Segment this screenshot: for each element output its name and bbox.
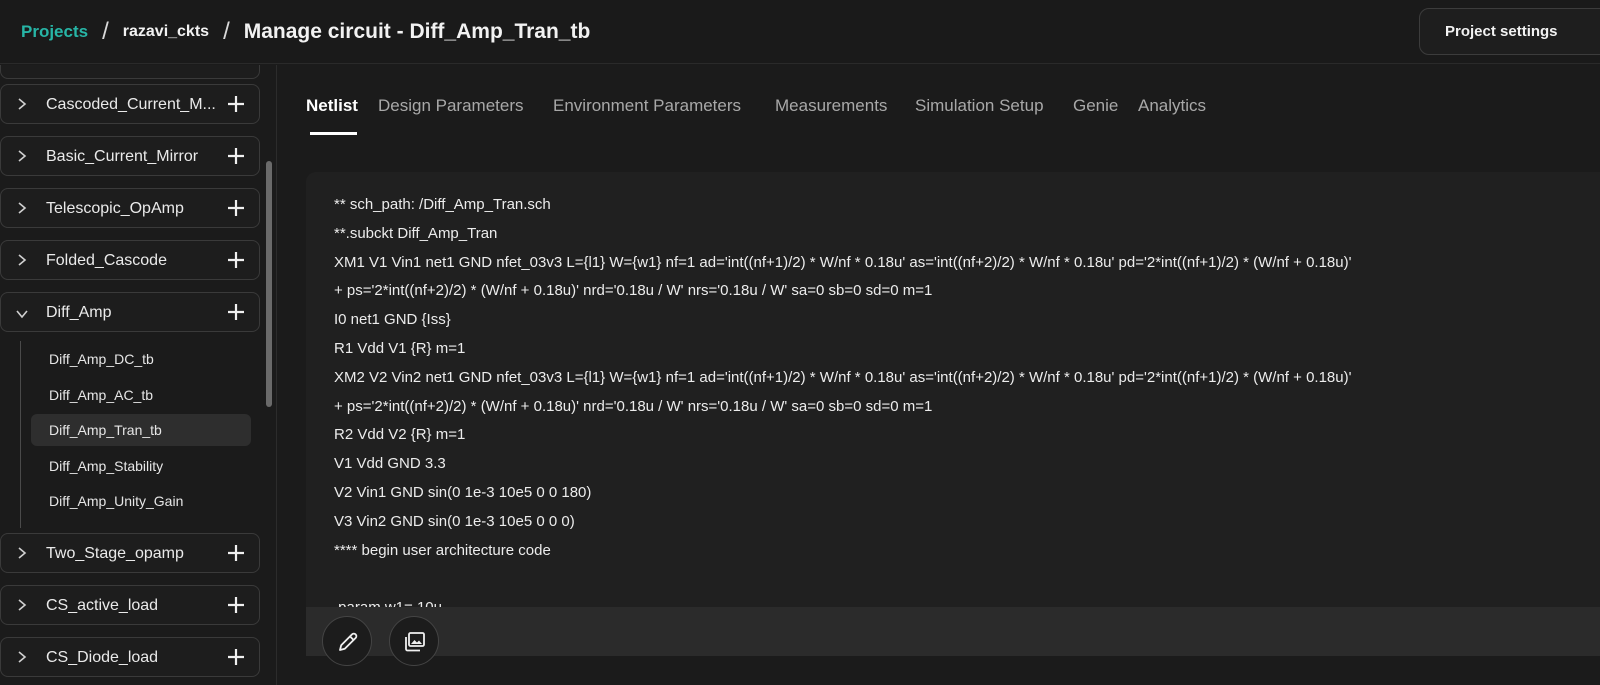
netlist-line: + ps='2*int((nf+2)/2) * (W/nf + 0.18u)' … [334, 282, 933, 300]
tab-design-parameters[interactable]: Design Parameters [378, 96, 524, 116]
tab-genie[interactable]: Genie [1073, 96, 1118, 116]
chevron-right-icon [18, 547, 27, 559]
image-button[interactable] [389, 616, 439, 666]
tab-simulation-setup[interactable]: Simulation Setup [915, 96, 1044, 116]
sidebar-item-diff-amp-stability[interactable]: Diff_Amp_Stability [31, 450, 251, 482]
sidebar-folder-basic-current-mirror[interactable]: Basic_Current_Mirror [0, 136, 260, 176]
breadcrumb-separator: / [223, 18, 230, 45]
plus-icon[interactable] [226, 647, 246, 667]
netlist-line: ** sch_path: /Diff_Amp_Tran.sch [334, 196, 551, 213]
netlist-editor[interactable]: ** sch_path: /Diff_Amp_Tran.sch **.subck… [306, 172, 1600, 607]
chevron-right-icon [18, 202, 27, 214]
sidebar-folder-hidden[interactable] [0, 65, 260, 79]
folder-label: Cascoded_Current_M... [46, 96, 216, 113]
sidebar-folder-diff-amp[interactable]: Diff_Amp [0, 292, 260, 332]
chevron-right-icon [18, 651, 27, 663]
folder-label: CS_Diode_load [46, 649, 159, 666]
sidebar-folder-folded-cascode[interactable]: Folded_Cascode [0, 240, 260, 280]
netlist-line: XM2 V2 Vin2 net1 GND nfet_03v3 L={l1} W=… [334, 368, 1352, 386]
tab-environment-parameters[interactable]: Environment Parameters [553, 96, 741, 116]
plus-icon[interactable] [226, 302, 246, 322]
plus-icon[interactable] [226, 198, 246, 218]
top-bar: Projects / razavi_ckts / Manage circuit … [0, 0, 1600, 64]
netlist-line: + ps='2*int((nf+2)/2) * (W/nf + 0.18u)' … [334, 397, 933, 415]
sidebar-item-diff-amp-ac-tb[interactable]: Diff_Amp_AC_tb [31, 379, 251, 411]
image-gallery-icon [405, 632, 425, 652]
editor-toolbar [306, 607, 1600, 656]
sidebar-folder-two-stage-opamp[interactable]: Two_Stage_opamp [0, 533, 260, 573]
plus-icon[interactable] [226, 543, 246, 563]
sidebar-folder-telescopic-opamp[interactable]: Telescopic_OpAmp [0, 188, 260, 228]
chevron-down-icon [16, 310, 28, 319]
tab-netlist[interactable]: Netlist [306, 96, 358, 116]
sidebar-item-diff-amp-dc-tb[interactable]: Diff_Amp_DC_tb [31, 343, 251, 375]
folder-label: Diff_Amp [46, 304, 112, 321]
netlist-line: .param w1= 10u [334, 598, 1351, 607]
project-settings-button[interactable]: Project settings [1419, 8, 1600, 55]
plus-icon[interactable] [226, 146, 246, 166]
netlist-line: V3 Vin2 GND sin(0 1e-3 10e5 0 0 0) [334, 512, 575, 530]
sidebar: Cascoded_Current_M... Basic_Current_Mirr… [0, 65, 277, 685]
sidebar-item-diff-amp-tran-tb[interactable]: Diff_Amp_Tran_tb [31, 414, 251, 446]
sidebar-item-diff-amp-unity-gain[interactable]: Diff_Amp_Unity_Gain [31, 485, 251, 517]
netlist-code[interactable]: ** sch_path: /Diff_Amp_Tran.sch **.subck… [334, 195, 1351, 607]
tab-measurements[interactable]: Measurements [775, 96, 887, 116]
folder-label: CS_active_load [46, 597, 159, 614]
pencil-icon [339, 632, 358, 651]
chevron-right-icon [18, 150, 27, 162]
folder-label: Basic_Current_Mirror [46, 148, 199, 165]
breadcrumb-project-link[interactable]: razavi_ckts [123, 23, 209, 41]
active-tab-indicator [310, 132, 357, 135]
netlist-line: I0 net1 GND {Iss} [334, 311, 451, 329]
folder-label: Folded_Cascode [46, 252, 167, 269]
breadcrumb-separator: / [102, 18, 109, 45]
netlist-line: XM1 V1 Vin1 net1 GND nfet_03v3 L={l1} W=… [334, 253, 1352, 271]
plus-icon[interactable] [226, 94, 246, 114]
tree-indent-line [20, 341, 21, 528]
chevron-right-icon [18, 98, 27, 110]
plus-icon[interactable] [226, 595, 246, 615]
page-title: Manage circuit - Diff_Amp_Tran_tb [243, 20, 591, 43]
sidebar-folder-cascoded-current-mirror[interactable]: Cascoded_Current_M... [0, 84, 260, 124]
netlist-line: R1 Vdd V1 {R} m=1 [334, 339, 466, 357]
sidebar-folder-cs-diode-load[interactable]: CS_Diode_load [0, 637, 260, 677]
netlist-line: V1 Vdd GND 3.3 [334, 455, 446, 473]
sidebar-scrollbar[interactable] [266, 161, 272, 407]
netlist-line [334, 569, 1351, 598]
folder-label: Telescopic_OpAmp [46, 200, 184, 217]
tab-analytics[interactable]: Analytics [1138, 96, 1206, 116]
edit-button[interactable] [322, 616, 372, 666]
plus-icon[interactable] [226, 250, 246, 270]
breadcrumb: Projects / razavi_ckts / Manage circuit … [21, 18, 590, 46]
netlist-line: **.subckt Diff_Amp_Tran [334, 224, 498, 242]
netlist-line: **** begin user architecture code [334, 541, 551, 559]
folder-label: Two_Stage_opamp [46, 545, 184, 562]
breadcrumb-projects-link[interactable]: Projects [21, 22, 88, 42]
chevron-right-icon [18, 599, 27, 611]
chevron-right-icon [18, 254, 27, 266]
netlist-line: V2 Vin1 GND sin(0 1e-3 10e5 0 0 180) [334, 483, 592, 501]
netlist-line: R2 Vdd V2 {R} m=1 [334, 426, 466, 444]
sidebar-folder-cs-active-load[interactable]: CS_active_load [0, 585, 260, 625]
